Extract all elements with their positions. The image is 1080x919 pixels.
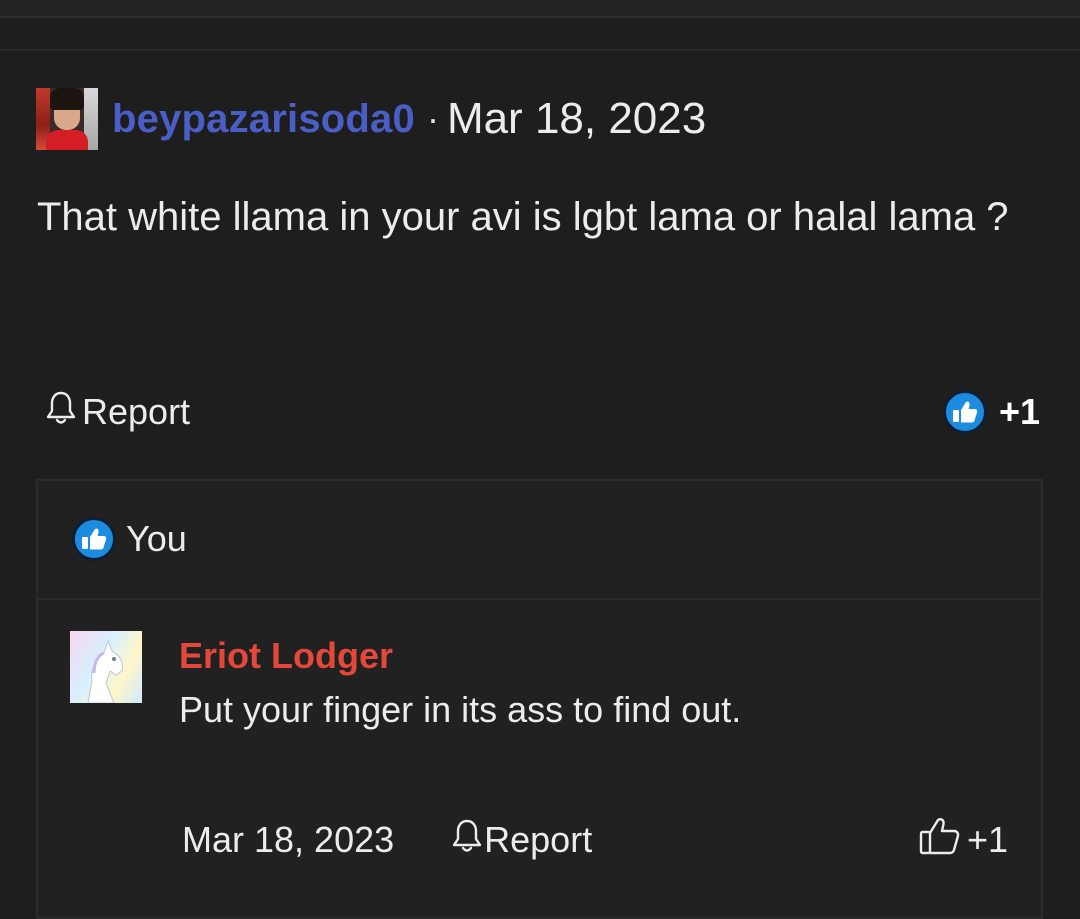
bell-icon: [450, 817, 484, 864]
reaction-count: +1: [998, 391, 1040, 432]
reply-meta: Mar 18, 2023 Report +1: [182, 815, 1008, 865]
author-username[interactable]: beypazarisoda0: [112, 97, 415, 142]
likers-row[interactable]: You: [72, 517, 187, 561]
top-bar: [0, 0, 1080, 18]
post-body: That white llama in your avi is lgbt lam…: [37, 195, 1009, 239]
reply-author[interactable]: Eriot Lodger: [179, 635, 393, 677]
reaction-summary[interactable]: +1: [942, 390, 1040, 434]
reply-report-button[interactable]: Report: [450, 817, 592, 864]
reply-text: Put your finger in its ass to find out.: [179, 689, 742, 730]
reply-like-button[interactable]: +1: [919, 816, 1008, 865]
report-label: Report: [82, 391, 191, 432]
bell-icon: [44, 389, 82, 436]
post-header: beypazarisoda0 · Mar 18, 2023: [36, 88, 706, 150]
thumbs-up-icon: [942, 390, 987, 434]
reply-report-label: Report: [484, 819, 593, 860]
report-button[interactable]: Report: [44, 389, 190, 436]
post-date[interactable]: Mar 18, 2023: [447, 94, 706, 144]
reply-like-count: +1: [966, 819, 1008, 860]
post-actions: Report +1: [44, 386, 1040, 438]
meta-separator: ·: [426, 98, 439, 139]
thumbs-up-outline-icon: [919, 816, 967, 865]
top-divider: [0, 49, 1080, 51]
reply-date[interactable]: Mar 18, 2023: [182, 819, 394, 861]
reply-divider: [38, 598, 1041, 600]
thumbs-up-icon: [72, 517, 116, 561]
author-avatar[interactable]: [36, 88, 98, 150]
reply-avatar[interactable]: [70, 631, 142, 703]
likers-name: You: [126, 518, 187, 559]
reply-section: You Eriot Lodger Put your finger in its …: [36, 479, 1043, 919]
